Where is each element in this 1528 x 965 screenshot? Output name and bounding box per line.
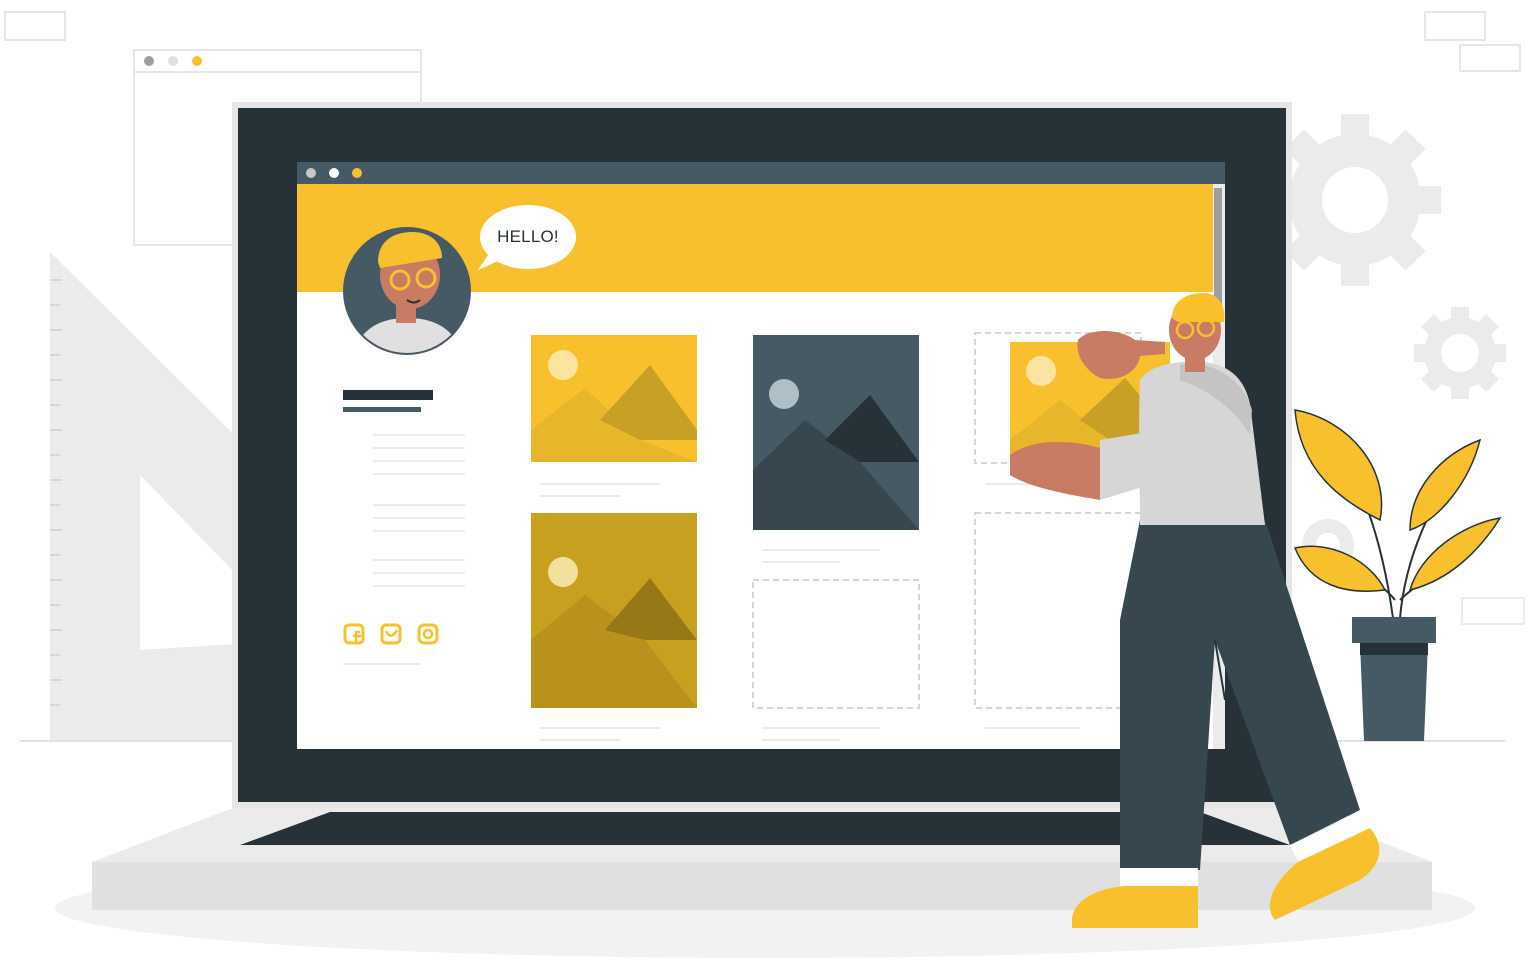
speech-bubble-text: HELLO!	[497, 227, 559, 246]
large-gear-icon	[1269, 114, 1441, 286]
deco-rect-top-right-2	[1459, 44, 1521, 72]
potted-plant	[1293, 409, 1502, 741]
gallery-image-card[interactable]	[531, 513, 697, 708]
gallery-image-card[interactable]	[753, 335, 919, 530]
deco-rect-top-right-1	[1424, 11, 1486, 41]
gallery-image-card[interactable]	[531, 335, 697, 462]
laptop-base	[92, 806, 1432, 910]
small-gear-icon	[1414, 307, 1506, 399]
deco-rect-right-mid	[1461, 597, 1525, 625]
deco-rect-top-left	[4, 11, 66, 41]
illustration-canvas	[4, 11, 1525, 958]
